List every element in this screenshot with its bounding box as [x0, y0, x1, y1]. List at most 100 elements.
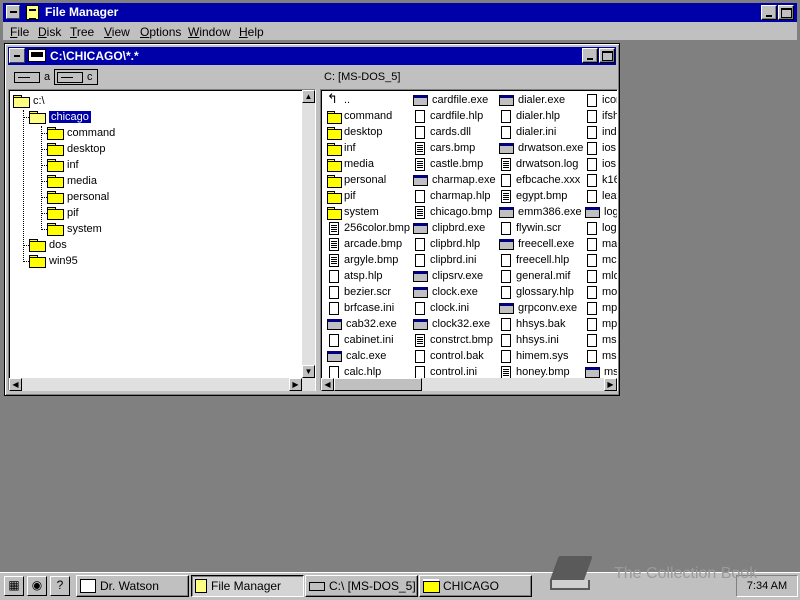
- file-item[interactable]: clipbrd.ini: [413, 252, 496, 268]
- file-item[interactable]: ..: [327, 91, 410, 108]
- file-item[interactable]: inf: [327, 140, 410, 156]
- help-icon[interactable]: ?: [50, 576, 70, 596]
- tree-item[interactable]: system: [47, 221, 102, 237]
- file-item[interactable]: control.bak: [413, 348, 496, 364]
- file-item[interactable]: system: [327, 204, 410, 220]
- file-item[interactable]: dialer.hlp: [499, 108, 583, 124]
- menu-disk[interactable]: Disk: [38, 25, 61, 39]
- file-item[interactable]: glossary.hlp: [499, 284, 583, 300]
- menu-file[interactable]: File: [10, 25, 29, 39]
- file-item[interactable]: cards.dll: [413, 124, 496, 140]
- tree-item[interactable]: inf: [47, 157, 79, 173]
- files-scroll-thumb[interactable]: [334, 378, 422, 391]
- child-minimize-button[interactable]: [582, 48, 598, 63]
- system-menu-button[interactable]: [6, 5, 20, 19]
- tree-root[interactable]: c:\: [13, 93, 45, 109]
- scroll-left-button[interactable]: ◀: [9, 378, 22, 391]
- file-item[interactable]: charmap.exe: [413, 172, 496, 188]
- file-item[interactable]: clock32.exe: [413, 316, 496, 332]
- file-item[interactable]: logo: [585, 204, 617, 220]
- taskbar-file-manager[interactable]: File Manager: [191, 575, 304, 597]
- scroll-down-button[interactable]: ▼: [302, 365, 315, 378]
- minimize-button[interactable]: [761, 5, 777, 20]
- file-item[interactable]: desktop: [327, 124, 410, 140]
- app-title-bar[interactable]: File Manager: [3, 3, 797, 22]
- file-item[interactable]: hhsys.ini: [499, 332, 583, 348]
- eye-icon[interactable]: ◉: [27, 576, 47, 596]
- child-maximize-button[interactable]: [599, 48, 615, 63]
- file-item[interactable]: mpl: [585, 316, 617, 332]
- taskbar-drwatson[interactable]: Dr. Watson: [76, 575, 189, 597]
- file-item[interactable]: arcade.bmp: [327, 236, 410, 252]
- files-scroll-left-button[interactable]: ◀: [321, 378, 334, 391]
- tree-item[interactable]: command: [47, 125, 115, 141]
- file-item[interactable]: k16: [585, 172, 617, 188]
- file-item[interactable]: clock.ini: [413, 300, 496, 316]
- menu-window[interactable]: Window: [188, 25, 231, 39]
- file-item[interactable]: ios.: [585, 156, 617, 172]
- tree-item[interactable]: desktop: [47, 141, 106, 157]
- taskbar-chicago-folder[interactable]: CHICAGO: [419, 575, 532, 597]
- taskbar-drive-window[interactable]: C:\ [MS-DOS_5]: [305, 575, 418, 597]
- file-item[interactable]: calc.exe: [327, 348, 410, 364]
- file-item[interactable]: grpconv.exe: [499, 300, 583, 316]
- maximize-button[interactable]: [778, 5, 794, 20]
- file-item[interactable]: mpl: [585, 300, 617, 316]
- file-item[interactable]: msa: [585, 332, 617, 348]
- file-item[interactable]: hhsys.bak: [499, 316, 583, 332]
- file-item[interactable]: emm386.exe: [499, 204, 583, 220]
- file-item[interactable]: chicago.bmp: [413, 204, 496, 220]
- file-item[interactable]: cars.bmp: [413, 140, 496, 156]
- scroll-right-button[interactable]: ▶: [289, 378, 302, 391]
- tree-item[interactable]: chicago: [29, 109, 91, 125]
- file-item[interactable]: brfcase.ini: [327, 300, 410, 316]
- file-item[interactable]: icon: [585, 92, 617, 108]
- file-item[interactable]: cabinet.ini: [327, 332, 410, 348]
- file-item[interactable]: clipbrd.hlp: [413, 236, 496, 252]
- files-horizontal-scrollbar[interactable]: ◀ ▶: [321, 378, 617, 391]
- file-list[interactable]: ..commanddesktopinfmediapersonalpifsyste…: [320, 89, 618, 391]
- file-item[interactable]: cardfile.hlp: [413, 108, 496, 124]
- file-item[interactable]: freecell.hlp: [499, 252, 583, 268]
- file-item[interactable]: egypt.bmp: [499, 188, 583, 204]
- file-item[interactable]: 256color.bmp: [327, 220, 410, 236]
- directory-tree[interactable]: c:\ chicago command desktop inf media persona…: [8, 89, 316, 391]
- file-item[interactable]: msa: [585, 348, 617, 364]
- file-item[interactable]: bezier.scr: [327, 284, 410, 300]
- file-item[interactable]: mci: [585, 252, 617, 268]
- file-item[interactable]: ios.: [585, 140, 617, 156]
- file-item[interactable]: general.mif: [499, 268, 583, 284]
- tree-item[interactable]: dos: [29, 237, 67, 253]
- file-item[interactable]: castle.bmp: [413, 156, 496, 172]
- file-item[interactable]: leav: [585, 188, 617, 204]
- file-item[interactable]: freecell.exe: [499, 236, 583, 252]
- menu-options[interactable]: Options: [140, 25, 181, 39]
- file-item[interactable]: pif: [327, 188, 410, 204]
- file-item[interactable]: drwatson.log: [499, 156, 583, 172]
- file-item[interactable]: mor: [585, 284, 617, 300]
- file-item[interactable]: mar: [585, 236, 617, 252]
- file-item[interactable]: efbcache.xxx: [499, 172, 583, 188]
- drive-c[interactable]: c: [54, 69, 98, 85]
- files-scroll-right-button[interactable]: ▶: [604, 378, 617, 391]
- file-item[interactable]: flywin.scr: [499, 220, 583, 236]
- child-system-menu-button[interactable]: [9, 48, 25, 63]
- file-item[interactable]: argyle.bmp: [327, 252, 410, 268]
- file-item[interactable]: logo: [585, 220, 617, 236]
- menu-help[interactable]: Help: [239, 25, 264, 39]
- file-item[interactable]: command: [327, 108, 410, 124]
- tree-item[interactable]: win95: [29, 253, 78, 269]
- file-item[interactable]: clock.exe: [413, 284, 496, 300]
- file-item[interactable]: media: [327, 156, 410, 172]
- file-item[interactable]: clipsrv.exe: [413, 268, 496, 284]
- file-item[interactable]: mlo: [585, 268, 617, 284]
- file-item[interactable]: dialer.exe: [499, 92, 583, 108]
- tree-item[interactable]: media: [47, 173, 97, 189]
- file-item[interactable]: ifsh: [585, 108, 617, 124]
- file-item[interactable]: cab32.exe: [327, 316, 410, 332]
- tree-horizontal-scrollbar[interactable]: ◀ ▶: [9, 378, 315, 391]
- menu-tree[interactable]: Tree: [70, 25, 94, 39]
- file-item[interactable]: clipbrd.exe: [413, 220, 496, 236]
- tree-vertical-scrollbar[interactable]: ▲ ▼: [302, 90, 315, 378]
- file-item[interactable]: charmap.hlp: [413, 188, 496, 204]
